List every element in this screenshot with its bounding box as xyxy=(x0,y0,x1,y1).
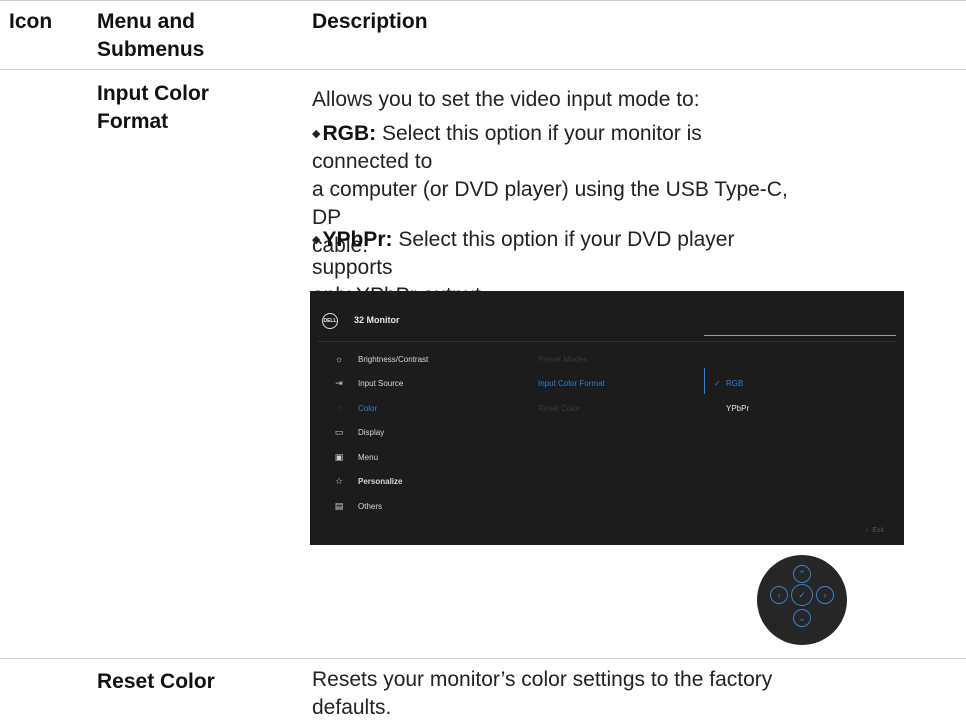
checkmark-icon: ✓ xyxy=(791,584,813,606)
display-icon: ▭ xyxy=(334,426,344,437)
palette-icon: ◌ xyxy=(336,403,342,413)
bullet-label: YPbPr: xyxy=(322,228,393,251)
osd-menu-label: Menu xyxy=(358,452,379,462)
sun-icon: ☼ xyxy=(334,354,344,364)
top-rule xyxy=(0,0,966,1)
osd-menu-label: Personalize xyxy=(358,476,403,486)
osd-menu-item-input-source[interactable]: ⇥ Input Source xyxy=(334,376,403,390)
osd-exit-label: Exit xyxy=(872,527,884,534)
osd-menu-item-others[interactable]: ▤ Others xyxy=(334,499,382,513)
osd-menu-item-personalize[interactable]: ☆ Personalize xyxy=(334,474,403,488)
bullet-icon: ◆ xyxy=(312,234,321,246)
osd-menu-item-display[interactable]: ▭ Display xyxy=(334,425,385,439)
joystick-diagram: ⌃ ‹ ✓ › ⌄ xyxy=(757,555,847,645)
input-source-icon: ⇥ xyxy=(335,377,343,388)
checkmark-icon: ✓ xyxy=(714,379,721,388)
header-description: Description xyxy=(312,10,428,33)
row-description-line2: defaults. xyxy=(312,696,392,719)
row-name-line1: Input Color xyxy=(97,82,209,105)
chevron-right-icon: › xyxy=(816,586,834,604)
chevron-down-icon: ⌄ xyxy=(793,609,811,627)
osd-submenu-reset-color[interactable]: Reset Color xyxy=(538,404,580,413)
header-menu-line2: Submenus xyxy=(97,38,205,61)
row-rule xyxy=(0,658,966,659)
header-rule xyxy=(0,69,966,70)
osd-selection-bar xyxy=(704,368,705,394)
menu-icon: ▣ xyxy=(334,451,344,462)
row-intro: Allows you to set the video input mode t… xyxy=(312,88,700,111)
chevron-left-icon: ‹ xyxy=(866,527,869,534)
osd-option-label: YPbPr xyxy=(726,404,750,413)
osd-separator xyxy=(318,341,896,342)
osd-menu-label: Others xyxy=(358,501,383,511)
osd-exit[interactable]: ‹ Exit xyxy=(866,527,884,534)
osd-menu-label: Color xyxy=(358,403,378,413)
row-description-line1: Resets your monitor’s color settings to … xyxy=(312,668,773,691)
osd-top-line xyxy=(704,335,896,336)
dell-logo: DELL xyxy=(322,313,338,329)
osd-option-ypbpr[interactable]: YPbPr xyxy=(714,404,749,413)
header-icon: Icon xyxy=(9,10,53,33)
osd-menu-item-menu[interactable]: ▣ Menu xyxy=(334,450,378,464)
osd-screenshot: DELL 32 Monitor ☼ Brightness/Contrast ⇥ … xyxy=(310,291,904,545)
osd-submenu-input-color-format[interactable]: Input Color Format xyxy=(538,379,605,388)
osd-menu-label: Input Source xyxy=(358,378,404,388)
osd-submenu-preset-modes[interactable]: Preset Modes xyxy=(538,355,587,364)
chevron-up-icon: ⌃ xyxy=(793,565,811,583)
star-icon: ☆ xyxy=(334,475,344,486)
osd-menu-label: Display xyxy=(358,427,385,437)
osd-menu-item-color[interactable]: ◌ Color xyxy=(334,401,377,415)
osd-option-rgb[interactable]: ✓ RGB xyxy=(714,379,743,388)
osd-menu-label: Brightness/Contrast xyxy=(358,354,429,364)
bullet-label: RGB: xyxy=(322,122,377,145)
osd-title: 32 Monitor xyxy=(354,315,400,325)
osd-option-label: RGB xyxy=(726,379,744,388)
bullet-icon: ◆ xyxy=(312,128,321,140)
others-icon: ▤ xyxy=(334,500,344,511)
chevron-left-icon: ‹ xyxy=(770,586,788,604)
osd-menu-item-brightness[interactable]: ☼ Brightness/Contrast xyxy=(334,352,428,366)
row-name-line2: Format xyxy=(97,110,169,133)
header-menu-line1: Menu and xyxy=(97,10,195,33)
row-name: Reset Color xyxy=(97,670,215,693)
bullet-text: a computer (or DVD player) using the USB… xyxy=(312,178,788,229)
